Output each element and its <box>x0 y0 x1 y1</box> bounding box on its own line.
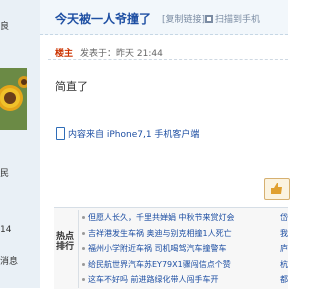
hot-item-text: 但愿人长久，千里共婵娟 中秋节来赏灯会 <box>88 213 235 222</box>
hot-separator <box>78 210 79 288</box>
bullet-icon <box>82 247 85 250</box>
hot-item[interactable]: 但愿人长久，千里共婵娟 中秋节来赏灯会 <box>82 210 282 226</box>
mobile-phone-icon <box>56 127 65 140</box>
thread-title: 今天被一人爷撞了 <box>55 12 152 26</box>
hot-right-item[interactable]: 庐 <box>280 241 288 257</box>
hot-right-item[interactable]: 我 <box>280 226 288 242</box>
hot-ranking-list: 但愿人长久，千里共婵娟 中秋节来赏灯会 吉祥港发生车祸 奥迪与别克相撞1人死亡 … <box>82 210 282 288</box>
sunflower-image <box>0 68 27 130</box>
hot-item[interactable]: 这车不好吗 前进路绿化带人闯手车开 <box>82 272 282 288</box>
hot-item[interactable]: 福州小学附近车祸 司机喝驾汽车撞警车 <box>82 241 282 257</box>
qr-icon <box>205 15 213 23</box>
scan-to-mobile-label: 扫描到手机 <box>215 15 261 25</box>
avatar[interactable] <box>0 68 27 130</box>
hot-item-text: 这车不好吗 前进路绿化带人闯手车开 <box>88 275 219 284</box>
hot-right-item[interactable]: 岱 <box>280 210 288 226</box>
post-meta: 发表于：昨天 21:44 <box>80 49 163 59</box>
hot-item-text: 吉祥港发生车祸 奥迪与别克相撞1人死亡 <box>88 228 232 238</box>
copy-link[interactable]: [复制链接] <box>162 12 205 25</box>
like-button[interactable] <box>264 178 290 200</box>
sidebar-label-messages[interactable]: 消息 <box>0 254 18 267</box>
hot-right-item[interactable]: 都 <box>280 272 288 288</box>
sidebar-top-label: 良 <box>0 22 10 32</box>
hot-ranking-label: 热点排行 <box>56 232 75 252</box>
post-source-link[interactable]: 内容来自 iPhone7,1 手机客户端 <box>68 127 199 140</box>
scan-to-mobile-link[interactable]: 扫描到手机 <box>205 12 260 25</box>
post-body: 简直了 <box>55 80 88 93</box>
thumbs-up-icon <box>271 183 282 194</box>
bullet-icon <box>82 262 85 266</box>
author-badge: 楼主 <box>55 49 74 59</box>
hot-item-text: 福州小学附近车祸 司机喝驾汽车撞警车 <box>88 244 227 253</box>
hot-item-text: 给民航世界汽车苏EY79X1骤闯信点个赞 <box>88 259 231 269</box>
bullet-icon <box>82 216 85 219</box>
user-sidebar <box>0 0 41 288</box>
hot-item[interactable]: 给民航世界汽车苏EY79X1骤闯信点个赞 <box>82 257 282 273</box>
hot-right-item[interactable]: 杭 <box>280 257 288 273</box>
sidebar-label-2: 14 <box>0 225 12 235</box>
hot-item[interactable]: 吉祥港发生车祸 奥迪与别克相撞1人死亡 <box>82 226 282 242</box>
bullet-icon <box>82 278 85 281</box>
sidebar-label-1: 民 <box>0 169 10 179</box>
bullet-icon <box>82 231 85 235</box>
hot-right-column: 岱 我 庐 杭 都 <box>280 210 288 288</box>
meta-divider <box>48 59 288 61</box>
